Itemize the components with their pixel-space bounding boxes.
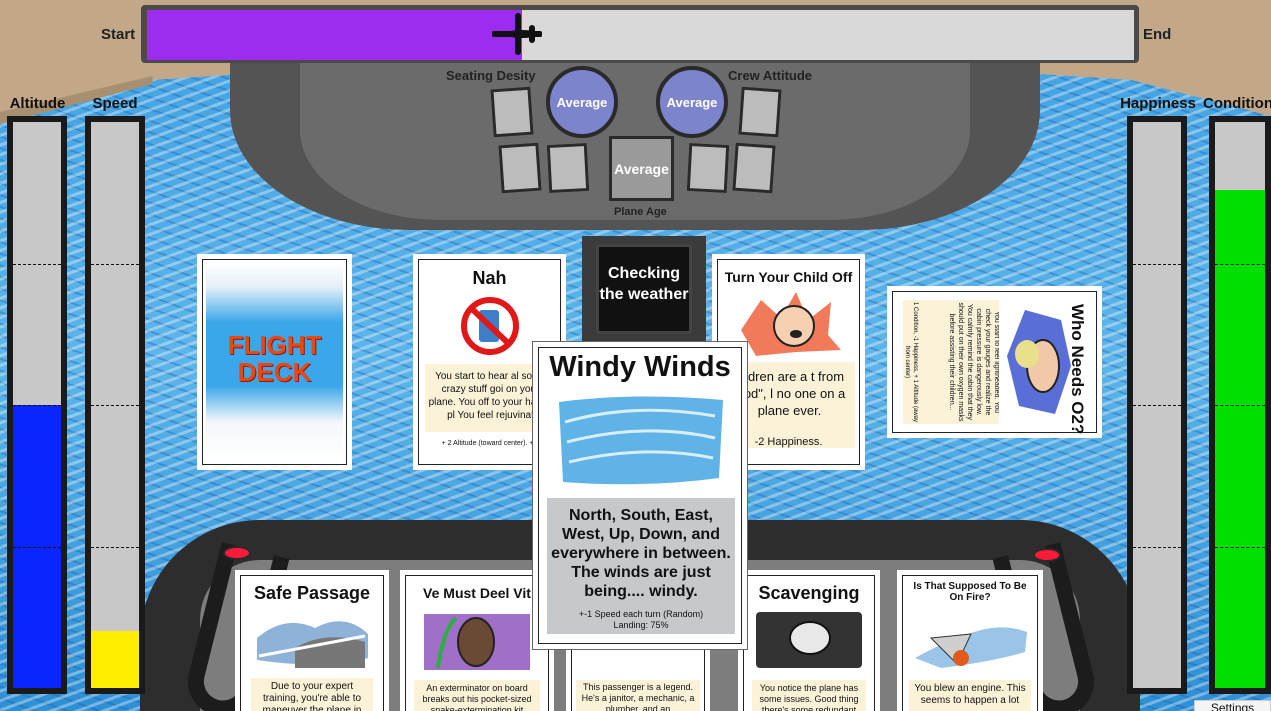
card-legend[interactable]: This passenger is a legend. He's a janit… [566, 640, 710, 711]
card-title: Is That Supposed To Be On Fire? [913, 581, 1027, 603]
card-ve-must-deel-vit[interactable]: Ve Must Deel Vit An exterminator on boar… [400, 570, 554, 711]
card-safe-passage[interactable]: Safe Passage Due to your expert training… [235, 570, 389, 711]
altitude-label: Altitude [9, 95, 66, 112]
console-gauge [490, 86, 534, 138]
lightheaded-person-icon [1007, 310, 1071, 414]
card-text-box: North, South, East, West, Up, Down, and … [547, 498, 735, 634]
speed-label: Speed [92, 95, 138, 112]
status-display: Checking the weather [596, 244, 692, 334]
storm-plane-icon [257, 621, 368, 668]
card-title: Turn Your Child Off [724, 269, 853, 285]
exterminator-icon [424, 614, 530, 670]
engine-fire-icon [915, 627, 1027, 668]
card-effect: +-1 Speed each turn (Random) [578, 609, 704, 619]
deck-title-line1: FLIGHT [227, 330, 322, 360]
card-landing: Landing: 75% [613, 620, 669, 630]
deck-title-line2: DECK [237, 357, 312, 387]
card-text: North, South, East, West, Up, Down, and … [551, 507, 731, 600]
card-text: You notice the plane has some issues. Go… [752, 680, 866, 711]
card-text: You start to feel lightheaded. You check… [948, 302, 999, 422]
card-title: Safe Passage [253, 583, 371, 603]
console-gauge [498, 142, 542, 194]
seating-density-dial: Average [546, 66, 618, 138]
yoke-button-right [1033, 548, 1061, 562]
card-who-needs-o2[interactable]: Who Needs O2? You start to feel lighthea… [887, 286, 1102, 438]
console-gauge [732, 142, 776, 194]
condition-gauge [1209, 116, 1271, 694]
condition-gauge-fill [1215, 189, 1265, 688]
draw-deck[interactable]: FLIGHT DECK [197, 254, 352, 470]
settings-button[interactable]: Settings [1194, 700, 1271, 711]
card-text: An exterminator on board breaks out his … [414, 680, 540, 711]
card-title: Nah [472, 268, 507, 288]
end-label: End [1143, 26, 1172, 43]
card-text: This passenger is a legend. He's a janit… [576, 680, 700, 711]
card-is-that-supposed-to-be-on-fire[interactable]: Is That Supposed To Be On Fire? You blew… [897, 570, 1043, 711]
console-gauge [686, 142, 730, 194]
speed-gauge [85, 116, 145, 694]
card-text: You blew an engine. This seems to happen… [909, 680, 1031, 711]
plane-age-dial: Average [609, 136, 674, 201]
card-windy-winds[interactable]: Windy Winds North, South, East, West, Up… [532, 341, 748, 650]
card-text: Due to your expert training, you're able… [251, 678, 373, 711]
crew-attitude-label: Crew Attitude [728, 68, 813, 83]
start-label: Start [101, 26, 136, 43]
no-phone-icon [461, 297, 519, 355]
card-title: Scavenging [758, 583, 860, 603]
console-gauge [738, 86, 782, 138]
plane-age-label: Plane Age [614, 206, 667, 218]
happiness-label: Happiness [1120, 95, 1196, 112]
speed-gauge-fill [91, 631, 139, 688]
scavenging-icon [756, 612, 862, 668]
crying-child-icon [741, 292, 841, 356]
card-scavenging[interactable]: Scavenging You notice the plane has some… [738, 570, 880, 711]
altitude-gauge [7, 116, 67, 694]
card-effect: 1 Condition, -1 Happiness, + 1 Altitude … [904, 302, 918, 422]
console-gauge [546, 142, 590, 194]
card-title: Ve Must Deel Vit [423, 585, 531, 601]
plane-icon [492, 13, 542, 55]
wind-icon [559, 396, 723, 485]
card-title: Windy Winds [549, 351, 731, 383]
crew-attitude-dial: Average [656, 66, 728, 138]
yoke-button-left [223, 546, 251, 560]
happiness-gauge [1127, 116, 1187, 694]
journey-progress-fill [147, 10, 522, 60]
seating-density-label: Seating Desity [446, 68, 536, 83]
condition-label: Condition [1203, 95, 1271, 112]
